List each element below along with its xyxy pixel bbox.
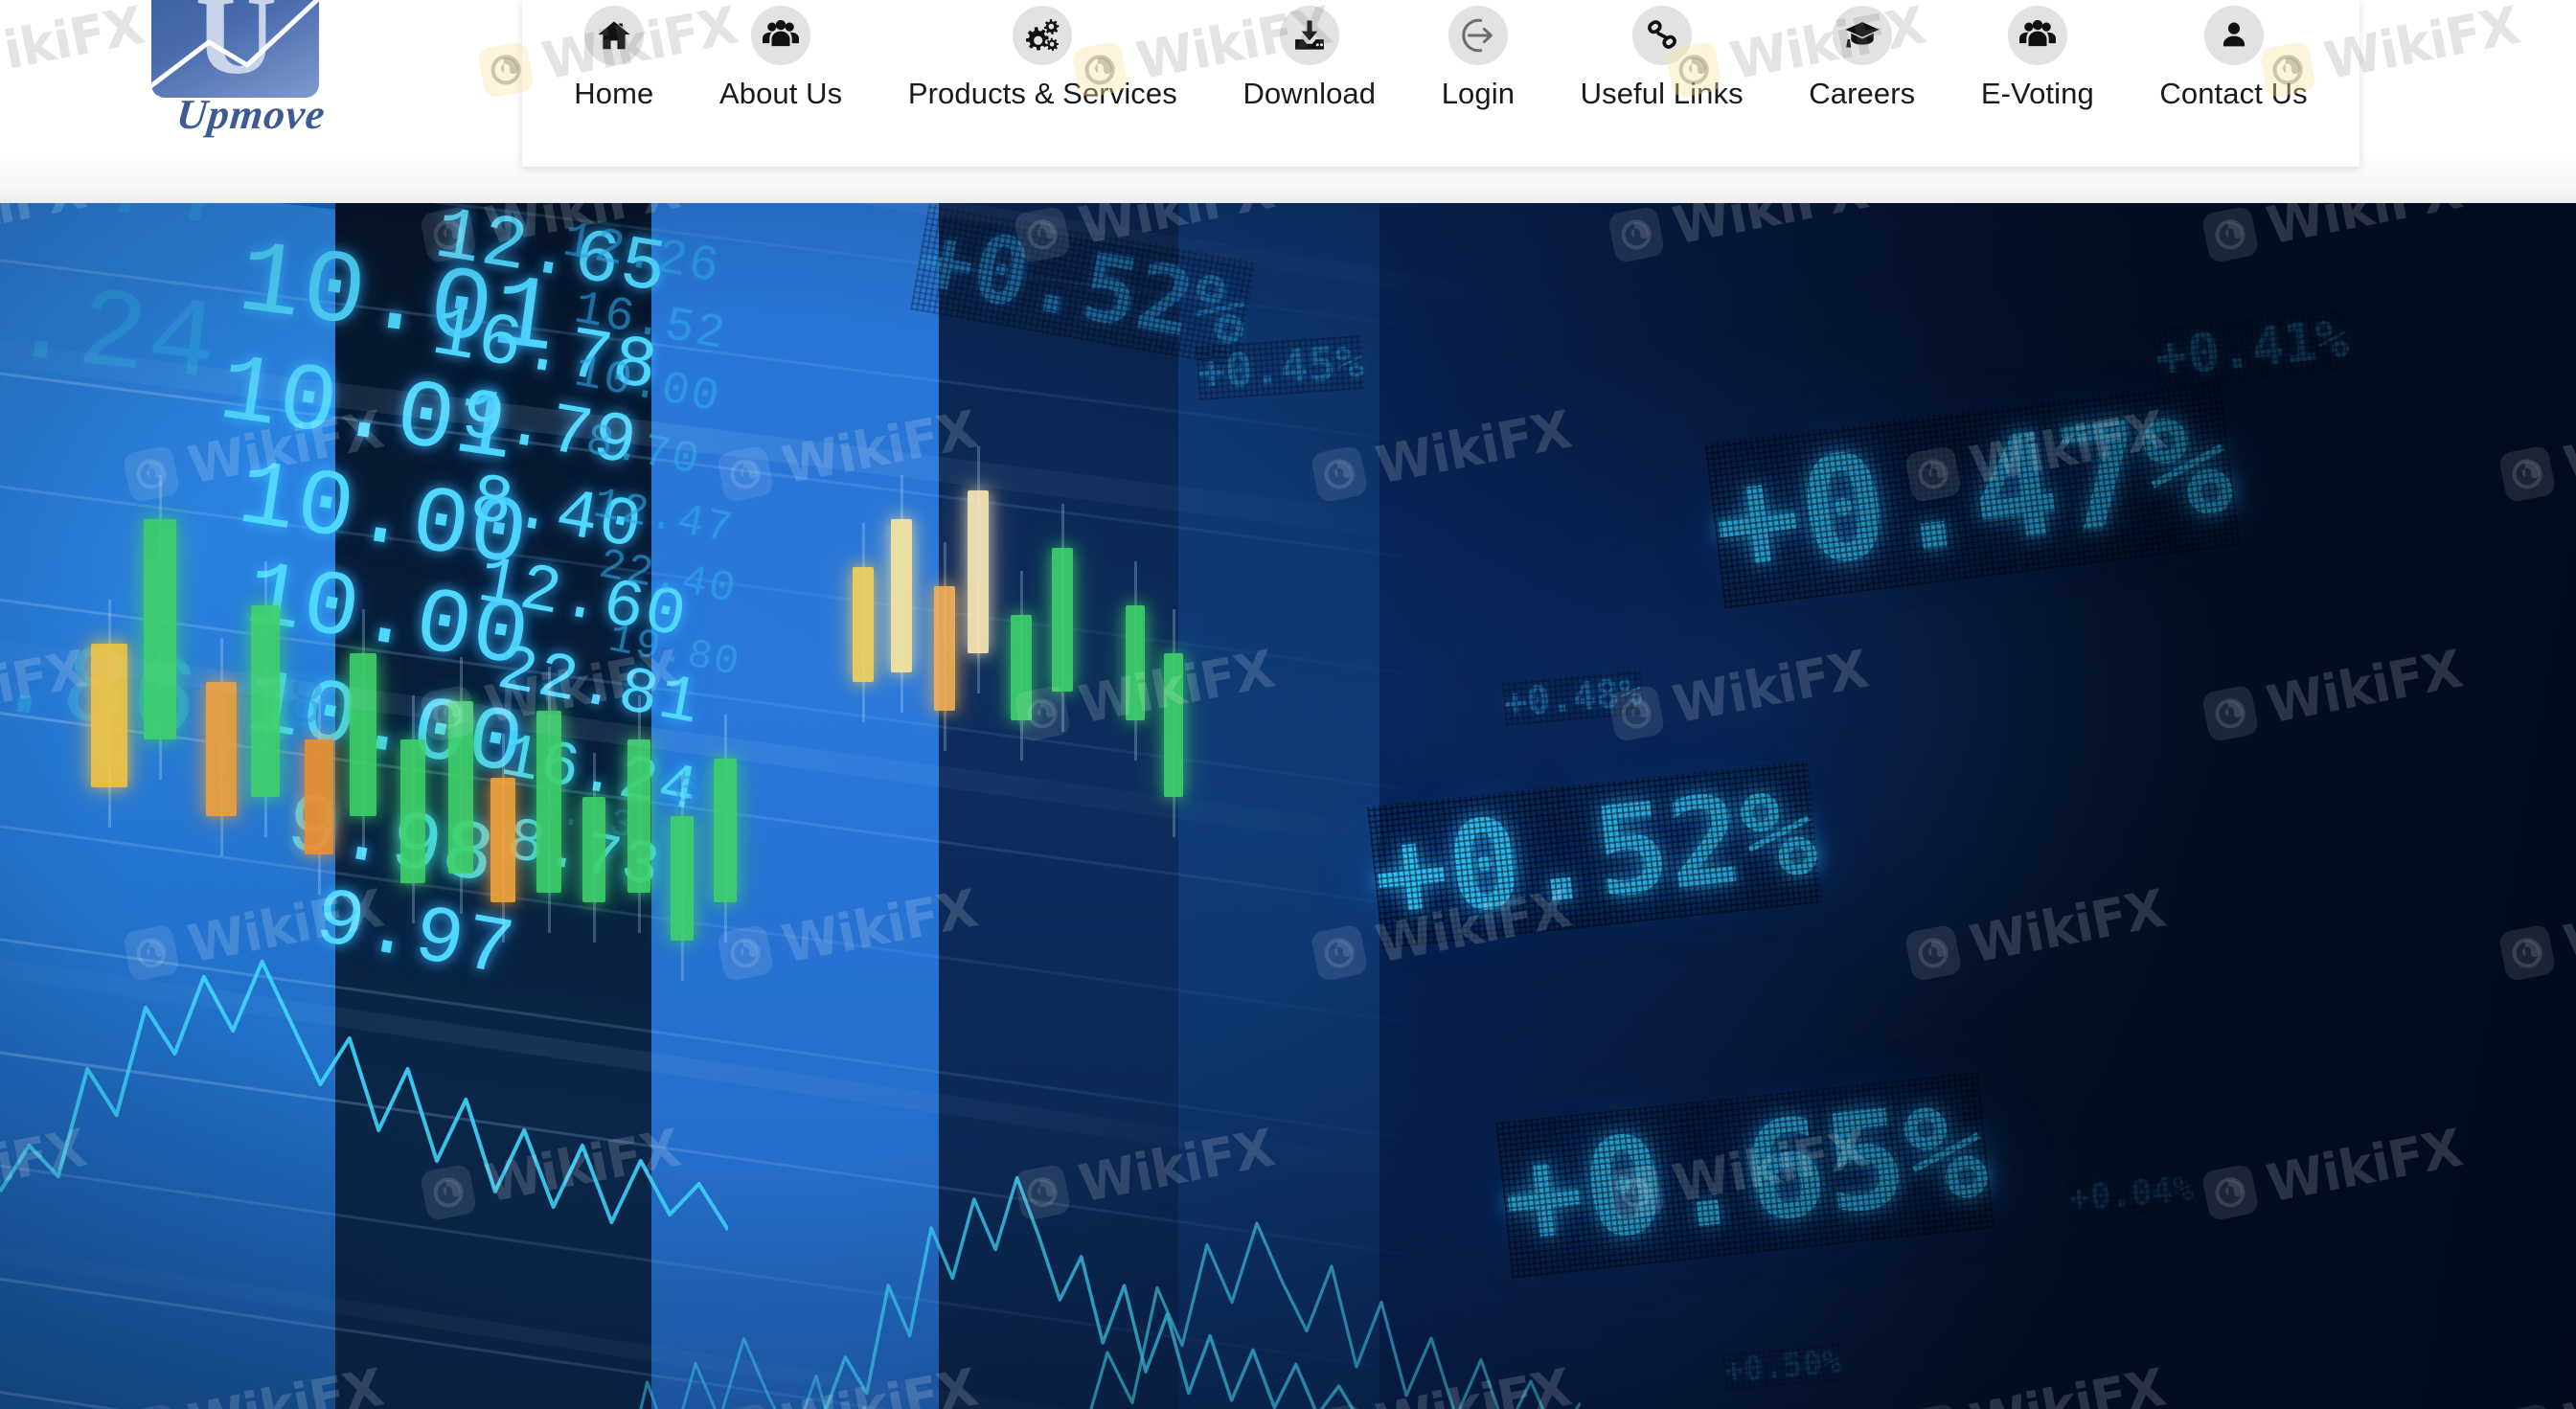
logo-mark: U [151,0,319,98]
candlestick-body [627,739,650,893]
nav-label: Download [1242,77,1377,110]
candlestick-body [714,759,737,902]
nav-item-about-us[interactable]: About Us [687,0,876,111]
candlestick-body [251,605,280,797]
candlestick-body [1052,548,1073,692]
main-navigation: Home About Us Products & Services Downlo… [522,0,2359,167]
nav-item-contact-us[interactable]: Contact Us [2127,0,2340,111]
logo-wordmark: Upmove [173,91,329,138]
home-icon [583,6,644,65]
candlestick-body [536,711,561,893]
candlestick-body [853,567,874,682]
users-group-icon [2007,6,2067,65]
candlestick-body [305,739,333,854]
chain-link-icon [1631,6,1692,65]
candlestick-body [934,586,955,711]
nav-label: E-Voting [1980,77,2094,110]
nav-item-careers[interactable]: Careers [1776,0,1949,111]
nav-label: Careers [1809,77,1916,110]
users-group-icon [751,6,811,65]
sign-in-circle-icon [1448,6,1508,65]
nav-label: Contact Us [2159,77,2308,110]
sparkline-chart [0,931,728,1238]
gears-icon [1013,6,1073,65]
candlestick-body [400,739,425,883]
sparkline-chart [575,1295,977,1409]
candlestick-body [206,682,237,816]
nav-label: Login [1441,77,1516,110]
candlestick-body [91,644,127,787]
user-icon [2203,6,2264,65]
site-logo[interactable]: U Upmove [123,0,343,174]
candlestick-body [671,816,694,941]
ticker-value: .24 [2,261,225,412]
nav-item-useful-links[interactable]: Useful Links [1547,0,1776,111]
site-header: U Upmove Home About Us Products & Servic… [0,0,2576,203]
nav-item-download[interactable]: Download [1210,0,1408,111]
candlestick-body [350,653,376,816]
candlestick-body [490,778,515,902]
nav-label: About Us [718,77,843,110]
nav-item-products-services[interactable]: Products & Services [876,0,1211,111]
candlestick-body [448,701,473,874]
graduation-cap-icon [1832,6,1892,65]
candlestick-body [1011,615,1032,720]
candlestick-body [891,519,912,672]
candlestick-body [968,490,989,653]
nav-label: Home [574,77,654,110]
candlestick-body [1126,605,1145,720]
candlestick-body [1164,653,1183,797]
logo-zigzag-icon [151,0,319,89]
download-icon [1279,6,1339,65]
nav-label: Useful Links [1580,77,1744,110]
candlestick-body [144,519,176,739]
nav-item-login[interactable]: Login [1408,0,1547,111]
nav-item-e-voting[interactable]: E-Voting [1949,0,2128,111]
candlestick-body [582,797,605,902]
nav-label: Products & Services [907,77,1177,110]
nav-item-home[interactable]: Home [541,0,687,111]
hero-banner: 10.01 10.01 10.00 10.00 10.00 9.98 9.97 12.65 16… [0,203,2576,1409]
